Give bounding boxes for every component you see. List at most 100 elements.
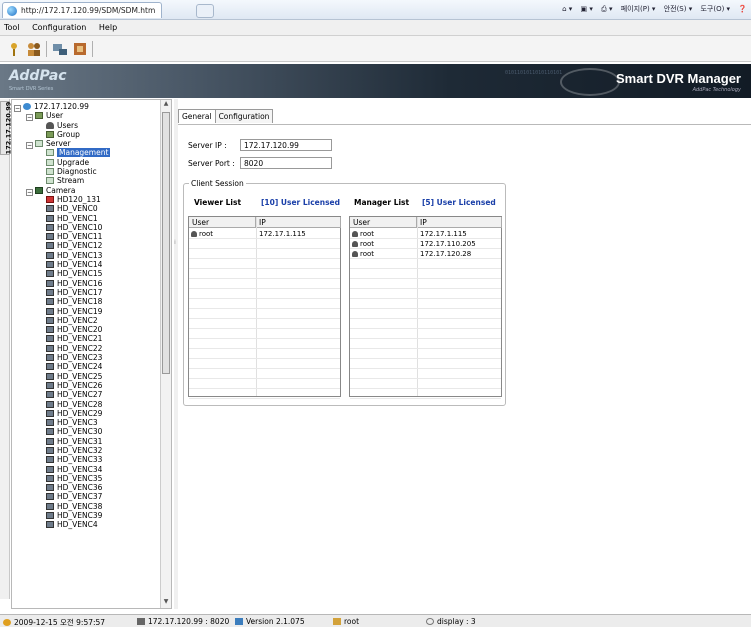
menu-configuration[interactable]: Configuration (32, 23, 86, 32)
tree-camera-item[interactable]: HD_VENC24 (12, 362, 160, 371)
tree-camera-item[interactable]: HD_VENC37 (12, 492, 160, 501)
table-row (350, 369, 501, 379)
tree-camera-item[interactable]: HD_VENC3 (12, 418, 160, 427)
tree-camera-item[interactable]: HD120_131 (12, 195, 160, 204)
tree-camera-item[interactable]: HD_VENC36 (12, 483, 160, 492)
tree-group[interactable]: Group (12, 130, 160, 139)
tree-camera-item[interactable]: HD_VENC1 (12, 214, 160, 223)
table-row[interactable]: root 172.17.120.28 (350, 249, 501, 259)
viewer-list-table[interactable]: User IP root 172.17.1.115 (188, 216, 341, 399)
camera-icon (46, 335, 54, 343)
page-menu[interactable]: 페이지(P) ▾ (621, 5, 656, 13)
table-row[interactable]: root 172.17.110.205 (350, 239, 501, 249)
table-row (189, 369, 340, 379)
menu-bar: Tool Configuration Help (0, 20, 751, 36)
camera-icon (46, 456, 54, 464)
tree-camera-item[interactable]: HD_VENC16 (12, 279, 160, 288)
users-icon[interactable] (26, 41, 42, 57)
camera-icon (46, 512, 54, 520)
addpac-logo: AddPac (9, 68, 67, 84)
tree-upgrade[interactable]: Upgrade (12, 158, 160, 167)
tree-server[interactable]: − Server (12, 139, 160, 150)
status-user: root (333, 617, 359, 626)
app-banner: AddPac Smart DVR Series 0101101011010110… (0, 64, 751, 98)
tree-camera-item[interactable]: HD_VENC30 (12, 427, 160, 436)
splitter-grip-icon[interactable]: ⁞ (174, 239, 176, 246)
network-icon[interactable] (52, 41, 68, 57)
tab-bar: General Configuration (178, 109, 274, 125)
server-ip-field[interactable]: 172.17.120.99 (240, 139, 332, 151)
tree-camera-item[interactable]: HD_VENC11 (12, 232, 160, 241)
tree-camera-item[interactable]: HD_VENC17 (12, 288, 160, 297)
display-icon (426, 618, 434, 625)
tree-camera-item[interactable]: HD_VENC31 (12, 437, 160, 446)
tree-camera-item[interactable]: HD_VENC4 (12, 520, 160, 529)
scroll-down-icon[interactable]: ▼ (162, 598, 170, 608)
scroll-up-icon[interactable]: ▲ (162, 100, 170, 110)
tree-camera-item[interactable]: HD_VENC12 (12, 241, 160, 250)
feeds-icon[interactable]: ▣ ▾ (581, 5, 593, 13)
tree-camera-item[interactable]: HD_VENC33 (12, 455, 160, 464)
camera-icon (46, 344, 54, 352)
help-icon[interactable]: ❓ (738, 5, 747, 13)
home-icon[interactable]: ⌂ ▾ (562, 5, 572, 13)
manager-col-ip[interactable]: IP (417, 217, 502, 228)
safety-menu[interactable]: 안전(S) ▾ (664, 5, 693, 13)
tree-user[interactable]: − User (12, 111, 160, 122)
server-port-field[interactable]: 8020 (240, 157, 332, 169)
tree-camera-item[interactable]: HD_VENC28 (12, 400, 160, 409)
server-ip-label: Server IP : (188, 141, 227, 150)
connect-icon[interactable] (6, 41, 22, 57)
ip-cell: 172.17.1.115 (259, 230, 306, 238)
viewer-col-ip[interactable]: IP (256, 217, 341, 228)
new-tab-button[interactable] (196, 4, 214, 18)
tab-configuration[interactable]: Configuration (214, 109, 274, 123)
tools-menu[interactable]: 도구(O) ▾ (700, 5, 730, 13)
tree-camera-item[interactable]: HD_VENC10 (12, 223, 160, 232)
tree-camera-item[interactable]: HD_VENC0 (12, 204, 160, 213)
tools-icon[interactable] (72, 41, 88, 57)
tree-camera-item[interactable]: HD_VENC15 (12, 269, 160, 278)
viewer-col-user[interactable]: User (189, 217, 256, 228)
tree-camera-item[interactable]: HD_VENC18 (12, 297, 160, 306)
table-row[interactable]: root 172.17.1.115 (350, 229, 501, 239)
tree-camera-item[interactable]: HD_VENC26 (12, 381, 160, 390)
scroll-thumb[interactable] (162, 112, 170, 374)
tree-camera[interactable]: − Camera (12, 186, 160, 196)
manager-col-user[interactable]: User (350, 217, 417, 228)
tree-camera-item[interactable]: HD_VENC39 (12, 511, 160, 520)
server-tab[interactable]: 172.17.120.99 (0, 101, 12, 155)
camera-icon (46, 214, 54, 222)
tab-general[interactable]: General (178, 109, 216, 123)
tree-camera-item[interactable]: HD_VENC22 (12, 344, 160, 353)
browser-tab[interactable]: http://172.17.120.99/SDM/SDM.htm (2, 2, 162, 18)
tree-root[interactable]: −172.17.120.99 (12, 102, 160, 112)
print-icon[interactable]: ⎙ ▾ (601, 5, 612, 13)
tree-camera-item[interactable]: HD_VENC29 (12, 409, 160, 418)
ip-cell: 172.17.120.28 (420, 250, 472, 258)
viewer-list-title: Viewer List (194, 198, 242, 207)
tree-scrollbar[interactable]: ▲ ▼ (160, 100, 171, 608)
tree-camera-item[interactable]: HD_VENC35 (12, 474, 160, 483)
tree-camera-item[interactable]: HD_VENC20 (12, 325, 160, 334)
tree-users[interactable]: Users (12, 121, 160, 130)
tree-camera-item[interactable]: HD_VENC27 (12, 390, 160, 399)
tree-camera-item[interactable]: HD_VENC21 (12, 334, 160, 343)
tree-camera-item[interactable]: HD_VENC32 (12, 446, 160, 455)
tree-camera-item[interactable]: HD_VENC2 (12, 316, 160, 325)
tree-stream[interactable]: Stream (12, 176, 160, 185)
table-row[interactable]: root 172.17.1.115 (189, 229, 340, 239)
tree-camera-item[interactable]: HD_VENC19 (12, 307, 160, 316)
tree-camera-item[interactable]: HD_VENC34 (12, 465, 160, 474)
tree-camera-item[interactable]: HD_VENC14 (12, 260, 160, 269)
menu-help[interactable]: Help (99, 23, 117, 32)
tree-camera-item[interactable]: HD_VENC25 (12, 372, 160, 381)
tree-camera-item[interactable]: HD_VENC13 (12, 251, 160, 260)
tree-camera-item[interactable]: HD_VENC38 (12, 502, 160, 511)
tree-camera-item[interactable]: HD_VENC23 (12, 353, 160, 362)
menu-tool[interactable]: Tool (4, 23, 20, 32)
tree-diagnostic[interactable]: Diagnostic (12, 167, 160, 176)
camera-icon (46, 400, 54, 408)
tree-management[interactable]: Management (12, 148, 160, 158)
manager-list-table[interactable]: User IP root 172.17.1.115 root 172.17.110.2… (349, 216, 502, 399)
